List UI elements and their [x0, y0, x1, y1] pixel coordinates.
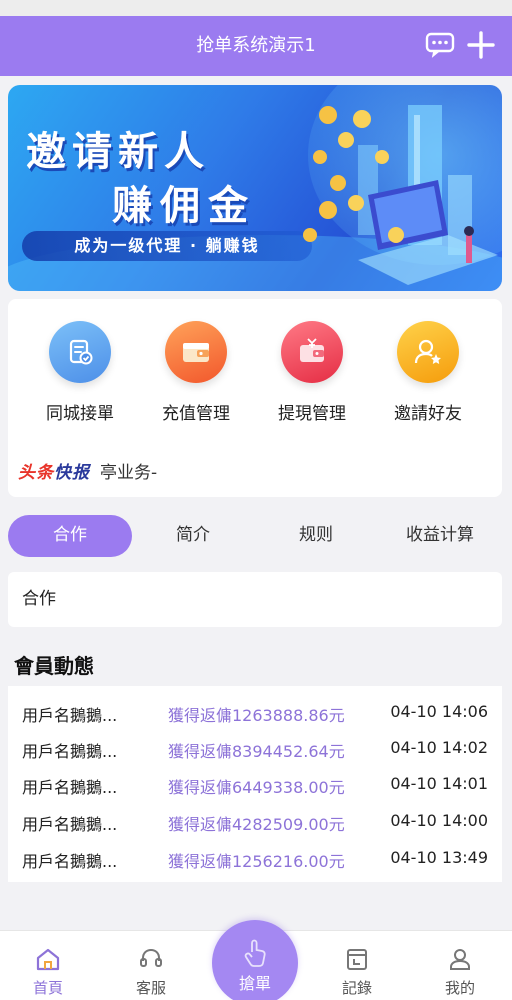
home-icon: [36, 948, 60, 971]
menu-label: 提現管理: [278, 404, 346, 424]
news-logo: 头条快报: [18, 462, 90, 483]
menu-label: 充值管理: [162, 404, 230, 424]
user-star-icon: [414, 339, 441, 364]
tab-mine[interactable]: 我的: [420, 931, 500, 1000]
tab-cooperation[interactable]: 合作: [8, 515, 132, 557]
row-amount: 獲得返傭1263888.86元: [168, 706, 345, 725]
document-check-icon: [69, 339, 93, 365]
row-time: 04-10 13:49: [390, 848, 488, 867]
list-item: 用戶名鵝鵝... 獲得返傭8394452.64元 04-10 14:02: [8, 730, 502, 766]
activity-list: 用戶名鵝鵝... 獲得返傭1263888.86元 04-10 14:06 用戶名…: [8, 686, 502, 882]
list-item: 用戶名鵝鵝... 獲得返傭1256216.00元 04-10 13:49: [8, 840, 502, 876]
row-user: 用戶名鵝鵝...: [22, 815, 118, 834]
status-bar: [0, 0, 512, 16]
banner-tagline: 成为一级代理 · 躺赚钱: [22, 231, 312, 261]
menu-circle: [281, 321, 343, 383]
row-amount: 獲得返傭6449338.00元: [168, 778, 345, 797]
chat-bubble-icon: [425, 32, 455, 58]
row-time: 04-10 14:02: [390, 738, 488, 757]
record-box-icon: [347, 949, 367, 970]
activity-title: 會員動態: [14, 654, 94, 678]
menu-item-withdraw[interactable]: 提現管理: [257, 321, 367, 431]
promo-banner[interactable]: 邀请新人 赚佣金 成为一级代理 · 躺赚钱: [8, 85, 502, 291]
chat-button[interactable]: [424, 30, 456, 60]
news-text: 亭业务-: [100, 462, 158, 483]
menu-item-recharge[interactable]: 充值管理: [141, 321, 251, 431]
row-amount: 獲得返傭4282509.00元: [168, 815, 345, 834]
wallet-icon: [183, 343, 209, 362]
banner-illustration: [303, 105, 498, 285]
menu-label: 同城接單: [46, 404, 114, 424]
tab-service-label: 客服: [135, 979, 166, 997]
tab-service[interactable]: 客服: [111, 931, 191, 1000]
wallet-withdraw-icon: [300, 338, 324, 362]
row-amount: 獲得返傭1256216.00元: [168, 852, 345, 871]
info-tabs: 合作 简介 规则 收益计算: [8, 515, 502, 557]
news-ticker[interactable]: 头条快报 亭业务-: [18, 457, 157, 483]
tab-home[interactable]: 首頁: [8, 931, 88, 1000]
banner-headline-2: 赚佣金: [112, 183, 256, 229]
row-user: 用戶名鵝鵝...: [22, 778, 118, 797]
menu-circle: [397, 321, 459, 383]
menu-circle: [165, 321, 227, 383]
menu-card: 同城接單 充值管理 提現管理 邀請好友 头条快报 亭业务-: [8, 299, 502, 497]
row-user: 用戶名鵝鵝...: [22, 742, 118, 761]
row-amount: 獲得返傭8394452.64元: [168, 742, 345, 761]
tab-records-label: 記錄: [341, 979, 372, 997]
tab-rules[interactable]: 规则: [254, 515, 378, 557]
banner-headline-1: 邀请新人: [26, 129, 210, 175]
row-time: 04-10 14:06: [390, 702, 488, 721]
row-user: 用戶名鵝鵝...: [22, 852, 118, 871]
add-button[interactable]: [464, 28, 498, 62]
tap-hand-icon: [244, 939, 266, 967]
row-time: 04-10 14:01: [390, 774, 488, 793]
tab-mine-label: 我的: [444, 979, 475, 997]
plus-icon: [467, 31, 495, 59]
headset-icon: [140, 948, 162, 967]
list-item: 用戶名鵝鵝... 獲得返傭6449338.00元 04-10 14:01: [8, 766, 502, 802]
row-user: 用戶名鵝鵝...: [22, 706, 118, 725]
menu-label: 邀請好友: [394, 404, 462, 424]
tab-records[interactable]: 記錄: [317, 931, 397, 1000]
list-item: 用戶名鵝鵝... 獲得返傭1263888.86元 04-10 14:06: [8, 694, 502, 730]
grab-order-button[interactable]: 搶單: [212, 920, 298, 1000]
menu-circle: [49, 321, 111, 383]
user-icon: [450, 949, 470, 970]
row-time: 04-10 14:00: [390, 811, 488, 830]
tab-home-label: 首頁: [32, 979, 63, 997]
tab-content: 合作: [8, 572, 502, 627]
list-item: 用戶名鵝鵝... 獲得返傭4282509.00元 04-10 14:00: [8, 803, 502, 839]
menu-item-order[interactable]: 同城接單: [25, 321, 135, 431]
top-header: 抢单系统演示1: [0, 16, 512, 76]
grab-order-label: 搶單: [238, 974, 271, 993]
menu-item-invite[interactable]: 邀請好友: [373, 321, 483, 431]
tab-income-calc[interactable]: 收益计算: [378, 515, 502, 557]
tab-intro[interactable]: 简介: [131, 515, 255, 557]
